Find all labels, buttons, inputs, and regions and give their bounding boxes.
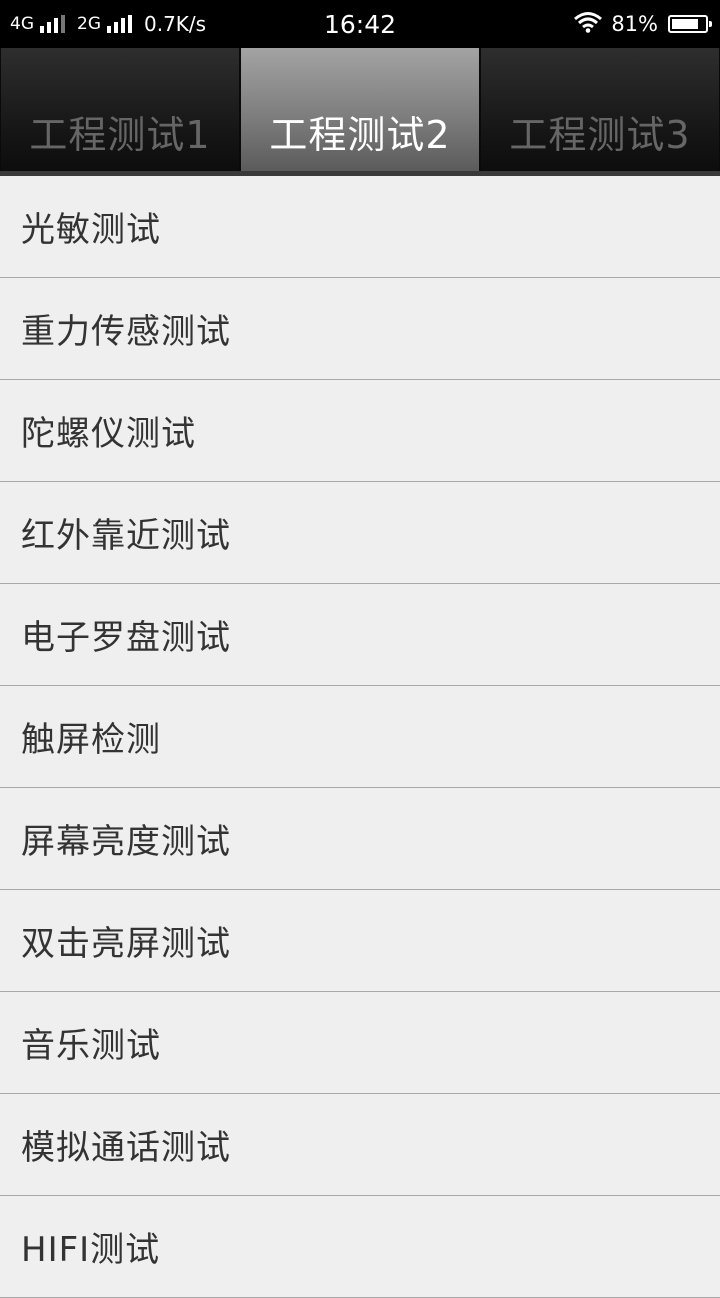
list-item-hifi-test[interactable]: HIFI测试 [0, 1196, 720, 1298]
list-item-infrared-proximity-test[interactable]: 红外靠近测试 [0, 482, 720, 584]
tab-engineering-test-3[interactable]: 工程测试3 [481, 48, 719, 171]
list-item-gyroscope-test[interactable]: 陀螺仪测试 [0, 380, 720, 482]
network-speed: 0.7K/s [144, 12, 207, 36]
network-label-1: 4G [10, 14, 34, 34]
list-item-double-tap-wake-test[interactable]: 双击亮屏测试 [0, 890, 720, 992]
list-item-gravity-sensor-test[interactable]: 重力传感测试 [0, 278, 720, 380]
battery-percent: 81% [611, 12, 658, 36]
list-item-light-sensor-test[interactable]: 光敏测试 [0, 176, 720, 278]
tab-label: 工程测试1 [29, 113, 211, 157]
list-item-call-simulation-test[interactable]: 模拟通话测试 [0, 1094, 720, 1196]
tab-label: 工程测试3 [509, 113, 691, 157]
signal-icon [40, 15, 65, 33]
test-list: 光敏测试 重力传感测试 陀螺仪测试 红外靠近测试 电子罗盘测试 触屏检测 屏幕亮… [0, 176, 720, 1298]
signal-icon [107, 15, 132, 33]
clock: 16:42 [323, 9, 397, 39]
status-left: 4G 2G 0.7K/s [10, 0, 206, 48]
status-bar: 4G 2G 0.7K/s 16:42 81% [0, 0, 720, 48]
tab-bar: 工程测试1 工程测试2 工程测试3 [0, 48, 720, 176]
list-item-music-test[interactable]: 音乐测试 [0, 992, 720, 1094]
tab-engineering-test-1[interactable]: 工程测试1 [1, 48, 239, 171]
list-item-touchscreen-test[interactable]: 触屏检测 [0, 686, 720, 788]
tab-engineering-test-2[interactable]: 工程测试2 [241, 48, 479, 171]
battery-icon [668, 15, 712, 33]
wifi-icon [573, 11, 603, 38]
network-label-2: 2G [77, 14, 101, 34]
list-item-compass-test[interactable]: 电子罗盘测试 [0, 584, 720, 686]
list-item-brightness-test[interactable]: 屏幕亮度测试 [0, 788, 720, 890]
tab-label: 工程测试2 [269, 113, 451, 157]
status-right: 81% [573, 0, 712, 48]
